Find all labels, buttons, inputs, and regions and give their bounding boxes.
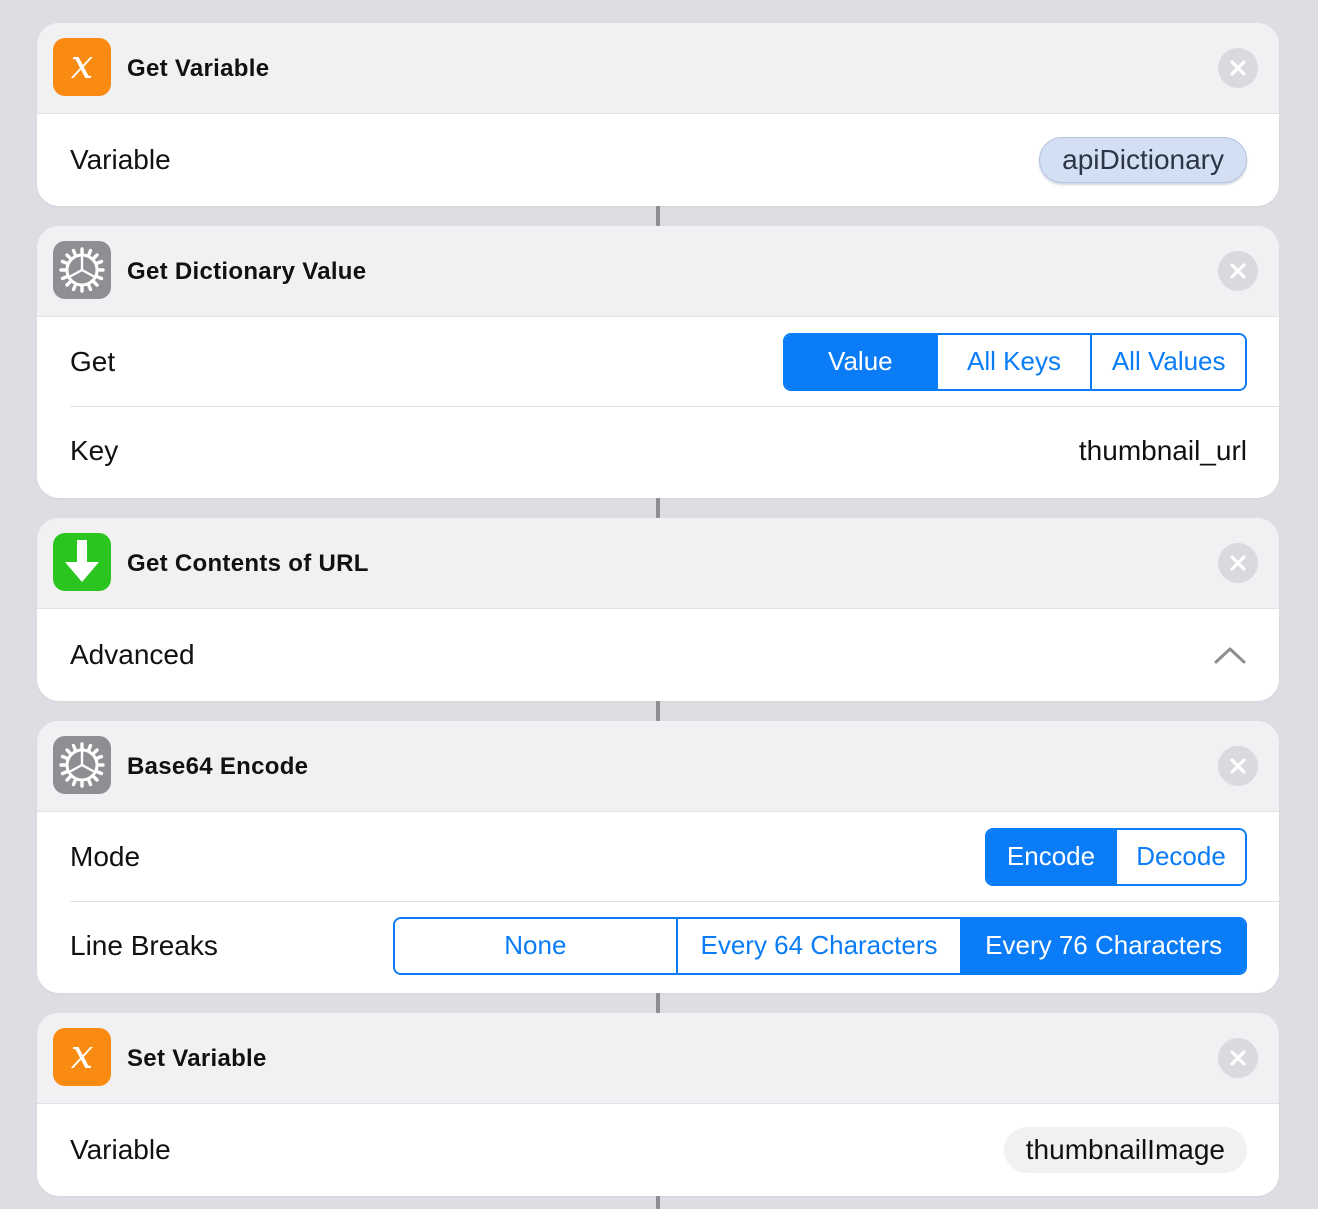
get-mode-segmented-control[interactable]: Value All Keys All Values: [783, 332, 1247, 391]
segment-every-64-characters[interactable]: Every 64 Characters: [675, 918, 961, 973]
card-header[interactable]: Base64 Encode: [37, 721, 1279, 812]
action-card-base64-encode[interactable]: Base64 Encode Mode Encode Decode Line Br…: [37, 721, 1279, 993]
key-row[interactable]: Key thumbnail_url: [37, 406, 1279, 495]
segment-every-76-characters[interactable]: Every 76 Characters: [960, 918, 1245, 973]
advanced-row[interactable]: Advanced: [37, 609, 1279, 701]
action-card-set-variable[interactable]: x Set Variable Variable thumbnailImage: [37, 1013, 1279, 1196]
download-arrow-icon: [53, 533, 111, 591]
variable-row: Variable apiDictionary: [37, 114, 1279, 206]
row-label: Advanced: [70, 639, 195, 670]
action-connector: [656, 1196, 660, 1209]
gear-icon: [53, 736, 111, 794]
row-label: Get: [70, 345, 116, 377]
segment-encode[interactable]: Encode: [987, 829, 1115, 884]
row-label: Mode: [70, 840, 141, 872]
segment-decode[interactable]: Decode: [1115, 829, 1245, 884]
row-label: Line Breaks: [70, 929, 218, 961]
mode-segmented-control[interactable]: Encode Decode: [985, 827, 1247, 886]
row-label: Variable: [70, 1134, 171, 1165]
card-header[interactable]: x Set Variable: [37, 1013, 1279, 1104]
close-icon[interactable]: [1218, 48, 1258, 88]
action-connector: [656, 206, 660, 226]
mode-row: Mode Encode Decode: [37, 812, 1279, 901]
close-icon[interactable]: [1218, 1038, 1258, 1078]
segment-none[interactable]: None: [395, 918, 676, 973]
chevron-up-icon[interactable]: [1213, 645, 1247, 665]
action-card-get-variable[interactable]: x Get Variable Variable apiDictionary: [37, 23, 1279, 206]
action-connector: [656, 993, 660, 1013]
close-icon[interactable]: [1218, 251, 1258, 291]
action-connector: [656, 498, 660, 518]
card-header[interactable]: Get Contents of URL: [37, 518, 1279, 609]
variable-x-icon: x: [53, 1028, 111, 1086]
close-icon[interactable]: [1218, 543, 1258, 583]
card-title: Get Contents of URL: [127, 550, 369, 577]
line-breaks-segmented-control[interactable]: None Every 64 Characters Every 76 Charac…: [393, 916, 1247, 975]
action-card-get-dictionary-value[interactable]: Get Dictionary Value Get Value All Keys …: [37, 226, 1279, 498]
row-label: Key: [70, 434, 119, 466]
action-connector: [656, 701, 660, 721]
card-header[interactable]: Get Dictionary Value: [37, 226, 1279, 317]
action-card-get-contents-of-url[interactable]: Get Contents of URL Advanced: [37, 518, 1279, 701]
variable-x-icon: x: [53, 38, 111, 96]
card-title: Get Variable: [127, 55, 270, 82]
variable-name-row: Variable thumbnailImage: [37, 1104, 1279, 1196]
row-label: Variable: [70, 144, 171, 175]
variable-name-field[interactable]: thumbnailImage: [1003, 1127, 1247, 1173]
variable-token[interactable]: apiDictionary: [1039, 137, 1247, 183]
card-title: Set Variable: [127, 1045, 267, 1072]
close-icon[interactable]: [1218, 746, 1258, 786]
card-header[interactable]: x Get Variable: [37, 23, 1279, 114]
segment-value[interactable]: Value: [785, 334, 936, 389]
line-breaks-row: Line Breaks None Every 64 Characters Eve…: [37, 901, 1279, 990]
get-row: Get Value All Keys All Values: [37, 317, 1279, 406]
segment-all-keys[interactable]: All Keys: [935, 334, 1091, 389]
segment-all-values[interactable]: All Values: [1090, 334, 1245, 389]
card-title: Base64 Encode: [127, 753, 309, 780]
card-title: Get Dictionary Value: [127, 258, 367, 285]
key-value[interactable]: thumbnail_url: [1079, 435, 1247, 467]
gear-icon: [53, 241, 111, 299]
shortcut-editor: x Get Variable Variable apiDictionary Ge…: [0, 0, 1318, 1209]
